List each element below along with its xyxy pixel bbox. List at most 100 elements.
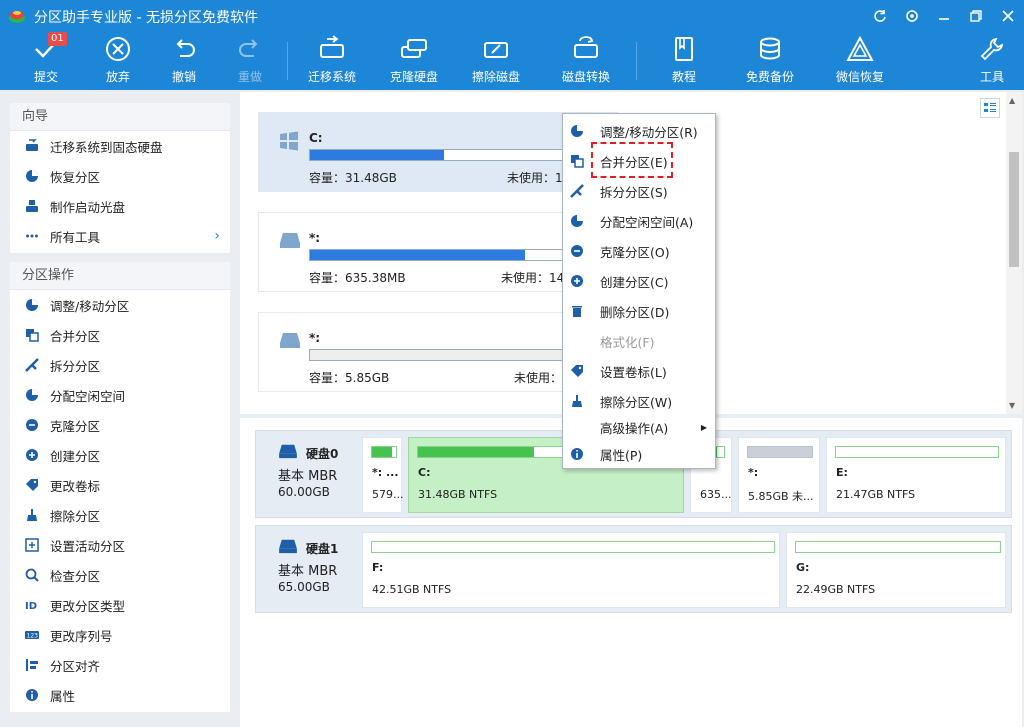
context-menu-item-3[interactable]: 分配空闲空间(A) xyxy=(563,208,715,234)
context-menu-label: 擦除分区(W) xyxy=(600,394,673,410)
ops-item-1[interactable]: 合并分区 xyxy=(10,320,230,350)
wizard-panel: 向导 迁移系统到固态硬盘 恢复分区 制作启动光盘 所有工具 › xyxy=(10,103,230,253)
ops-item-3[interactable]: 分配空闲空间 xyxy=(10,380,230,410)
wizard-item-migrate[interactable]: 迁移系统到固态硬盘 xyxy=(10,131,230,161)
partition-label: *: xyxy=(748,466,759,479)
clone-disk-icon xyxy=(401,39,427,58)
merge-icon xyxy=(24,327,40,343)
close-icon[interactable] xyxy=(992,0,1024,32)
split-icon xyxy=(24,357,40,373)
tools-button[interactable]: 工具 xyxy=(970,32,1014,90)
ops-item-0[interactable]: 调整/移动分区 xyxy=(10,290,230,320)
disk-icon xyxy=(280,333,300,348)
disk-partition-block[interactable]: *: ... 579... xyxy=(362,437,404,513)
cancel-icon xyxy=(106,37,130,61)
discard-label: 放弃 xyxy=(105,70,130,84)
context-menu-item-8[interactable]: 设置卷标(L) xyxy=(563,358,715,384)
ops-item-2[interactable]: 拆分分区 xyxy=(10,350,230,380)
disk-row-1[interactable]: 硬盘1 基本 MBR 65.00GB F: 42.51GB NTFS G: 22… xyxy=(255,525,1012,613)
clone-icon xyxy=(24,417,40,433)
usage-bar-fill xyxy=(372,447,393,457)
window-title: 分区助手专业版 - 无损分区免费软件 xyxy=(34,10,258,26)
info-icon xyxy=(24,687,40,703)
convert-label: 磁盘转换 xyxy=(561,70,610,84)
disk-size: 60.00GB xyxy=(278,485,330,499)
context-menu-item-2[interactable]: 拆分分区(S) xyxy=(563,178,715,204)
free-backup-button[interactable]: 免费备份 xyxy=(738,32,802,90)
partition-usage-bar xyxy=(371,541,775,553)
partition-label: F: xyxy=(372,561,384,574)
wechat-recovery-button[interactable]: 微信恢复 xyxy=(828,32,892,90)
context-menu-item-4[interactable]: 克隆分区(O) xyxy=(563,238,715,264)
context-menu-item-0[interactable]: 调整/移动分区(R) xyxy=(563,118,715,144)
commit-button[interactable]: 提交 01 xyxy=(22,32,70,90)
minimize-icon[interactable] xyxy=(928,0,960,32)
delete-icon xyxy=(563,304,591,318)
svg-text:ID: ID xyxy=(25,601,37,612)
migrate-label: 迁移系统 xyxy=(307,70,356,84)
partition-capacity: 容量：635.38MB xyxy=(309,271,406,285)
disk-partition-block[interactable]: F: 42.51GB NTFS xyxy=(362,532,780,608)
disk-partition-block[interactable]: *: 5.85GB 未... xyxy=(738,437,820,513)
scroll-down-icon[interactable]: ▼ xyxy=(1009,401,1015,410)
ops-item-label: 属性 xyxy=(50,688,76,704)
migrate-icon xyxy=(24,138,40,154)
context-menu-item-6[interactable]: 删除分区(D) xyxy=(563,298,715,324)
context-menu-item-7[interactable]: 格式化(F) xyxy=(563,328,715,354)
commit-label: 提交 xyxy=(33,70,58,84)
context-menu-item-9[interactable]: 擦除分区(W) xyxy=(563,388,715,414)
wizard-item-bootdisk[interactable]: 制作启动光盘 xyxy=(10,191,230,221)
partition-usage-bar xyxy=(747,446,813,458)
disk-partition-block[interactable]: G: 22.49GB NTFS xyxy=(786,532,1006,608)
ops-item-label: 擦除分区 xyxy=(50,508,101,524)
ops-item-6[interactable]: 更改卷标 xyxy=(10,470,230,500)
ops-item-11[interactable]: 123 更改序列号 xyxy=(10,620,230,650)
ops-panel-title: 分区操作 xyxy=(10,262,230,290)
scroll-up-icon[interactable]: ▲ xyxy=(1009,96,1015,105)
ops-item-9[interactable]: 检查分区 xyxy=(10,560,230,590)
ops-item-5[interactable]: 创建分区 xyxy=(10,440,230,470)
toolbar-separator xyxy=(636,42,637,80)
ops-item-12[interactable]: 分区对齐 xyxy=(10,650,230,680)
context-menu-label: 格式化(F) xyxy=(600,334,655,350)
context-menu-label: 分配空闲空间(A) xyxy=(600,214,694,230)
undo-label: 撤销 xyxy=(171,70,196,84)
label-icon xyxy=(563,364,591,378)
ops-item-8[interactable]: 设置活动分区 xyxy=(10,530,230,560)
wrench-icon xyxy=(980,37,1004,61)
partition-info: 579... xyxy=(372,488,404,501)
context-menu-item-10[interactable]: 高级操作(A) ▶ xyxy=(563,414,715,440)
disk-partition-block[interactable]: E: 21.47GB NTFS xyxy=(826,437,1006,513)
wipe-disk-icon xyxy=(484,42,508,58)
wizard-item-all-tools[interactable]: 所有工具 › xyxy=(10,221,230,251)
recover-icon xyxy=(24,168,40,184)
clone-icon xyxy=(563,244,591,258)
ops-item-label: 分配空闲空间 xyxy=(50,388,126,404)
clone-disk-button[interactable]: 克隆硬盘 xyxy=(382,32,446,90)
vertical-scrollbar[interactable]: ▲ ▼ xyxy=(1006,92,1022,414)
scrollbar-thumb[interactable] xyxy=(1009,152,1019,267)
view-toggle-icon[interactable] xyxy=(980,98,1000,118)
disk-icon xyxy=(279,444,297,459)
ops-item-13[interactable]: 属性 xyxy=(10,680,230,710)
settings-icon[interactable] xyxy=(896,0,928,32)
discard-button[interactable]: 放弃 xyxy=(94,32,142,90)
ops-item-10[interactable]: ID 更改分区类型 xyxy=(10,590,230,620)
tutorial-button[interactable]: 教程 xyxy=(660,32,708,90)
context-menu-item-5[interactable]: 创建分区(C) xyxy=(563,268,715,294)
undo-button[interactable]: 撤销 xyxy=(160,32,208,90)
context-menu-item-11[interactable]: 属性(P) xyxy=(563,441,715,467)
refresh-icon[interactable] xyxy=(864,0,896,32)
wizard-item-recover[interactable]: 恢复分区 xyxy=(10,161,230,191)
restore-icon[interactable] xyxy=(960,0,992,32)
migrate-os-button[interactable]: 迁移系统 xyxy=(300,32,364,90)
ops-item-4[interactable]: 克隆分区 xyxy=(10,410,230,440)
backup-label: 免费备份 xyxy=(745,70,794,84)
ops-item-7[interactable]: 擦除分区 xyxy=(10,500,230,530)
redo-button[interactable]: 重做 xyxy=(226,32,274,90)
partition-capacity: 容量：5.85GB xyxy=(309,371,390,385)
convert-disk-button[interactable]: 磁盘转换 xyxy=(554,32,618,90)
ops-item-label: 检查分区 xyxy=(50,568,101,584)
ops-item-label: 创建分区 xyxy=(50,448,101,464)
wipe-disk-button[interactable]: 擦除磁盘 xyxy=(464,32,528,90)
